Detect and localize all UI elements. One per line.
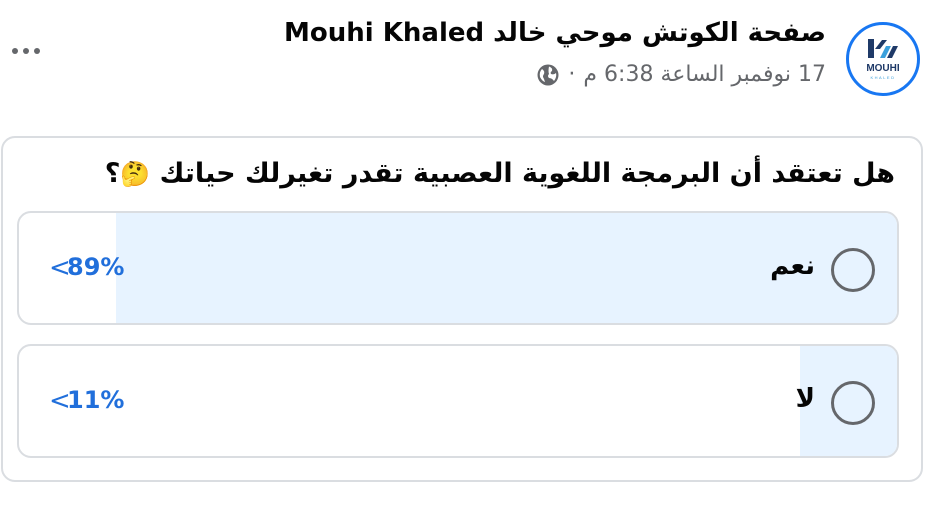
poll-question-mark: ؟: [104, 158, 121, 189]
poll-option-no[interactable]: لا < 11%: [17, 344, 899, 458]
poll-option-label: نعم: [770, 251, 815, 281]
post-timestamp[interactable]: 17 نوفمبر الساعة 6:38 م: [583, 62, 826, 87]
more-options-button[interactable]: [6, 38, 46, 64]
poll-option-percent[interactable]: 11%: [67, 386, 124, 414]
page-avatar[interactable]: MOUHI KHALED: [846, 22, 920, 96]
poll-question: هل تعتقد أن البرمجة اللغوية العصبية تقدر…: [105, 158, 895, 189]
poll-option-label: لا: [795, 384, 815, 414]
logo-subtext: KHALED: [870, 75, 895, 80]
post-meta: 17 نوفمبر الساعة 6:38 م ·: [536, 62, 826, 87]
poll-card: هل تعتقد أن البرمجة اللغوية العصبية تقدر…: [1, 136, 923, 482]
page-name-link[interactable]: صفحة الكوتش موحي خالد Mouhi Khaled: [284, 18, 826, 48]
poll-question-text: هل تعتقد أن البرمجة اللغوية العصبية تقدر…: [159, 158, 895, 189]
poll-radio-button[interactable]: [831, 381, 875, 425]
meta-separator: ·: [568, 62, 576, 87]
globe-icon[interactable]: [536, 63, 560, 87]
more-horizontal-icon: [12, 48, 18, 54]
poll-option-yes[interactable]: نعم < 89%: [17, 211, 899, 325]
thinking-face-icon: 🤔: [120, 160, 151, 188]
logo-wordmark: MOUHI: [866, 63, 900, 74]
poll-radio-button[interactable]: [831, 248, 875, 292]
mouhi-logo-icon: MOUHI KHALED: [866, 39, 900, 80]
poll-option-percent[interactable]: 89%: [67, 253, 124, 281]
